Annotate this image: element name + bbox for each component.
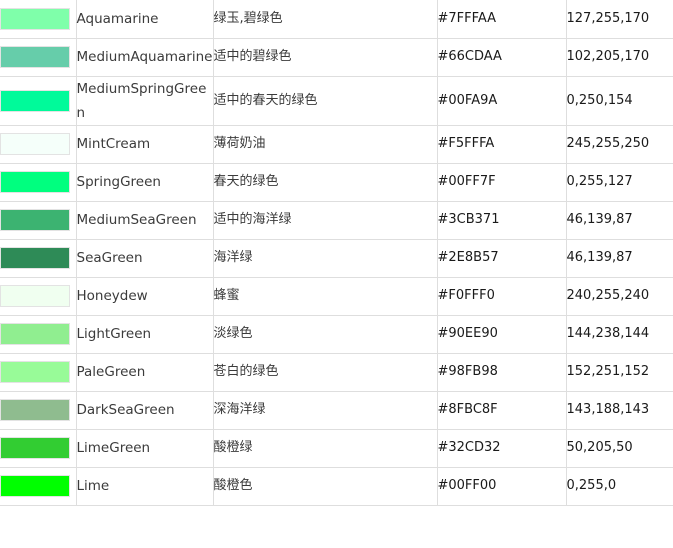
color-swatch-cell <box>0 277 77 316</box>
color-swatch <box>0 247 70 269</box>
table-row: SeaGreen 海洋绿 #2E8B57 46,139,87 <box>0 239 673 278</box>
color-hex-cell: #00FA9A <box>437 76 567 126</box>
color-name-cell: DarkSeaGreen <box>76 391 214 430</box>
color-swatch <box>0 285 70 307</box>
color-swatch <box>0 399 70 421</box>
color-swatch <box>0 437 70 459</box>
color-hex-cell: #2E8B57 <box>437 239 567 278</box>
color-chinese-name-cell: 蜂蜜 <box>213 277 438 316</box>
color-hex-cell: #F5FFFA <box>437 125 567 164</box>
color-swatch-cell <box>0 0 77 39</box>
color-name-cell: Aquamarine <box>76 0 214 39</box>
color-swatch-cell <box>0 467 77 506</box>
color-name-cell: MediumSeaGreen <box>76 201 214 240</box>
color-chinese-name-cell: 适中的海洋绿 <box>213 201 438 240</box>
color-name-cell: SpringGreen <box>76 163 214 202</box>
color-rgb-cell: 46,139,87 <box>566 201 673 240</box>
color-hex-cell: #8FBC8F <box>437 391 567 430</box>
color-hex-cell: #7FFFAA <box>437 0 567 39</box>
color-rgb-cell: 240,255,240 <box>566 277 673 316</box>
color-name-cell: Honeydew <box>76 277 214 316</box>
color-hex-cell: #3CB371 <box>437 201 567 240</box>
color-chinese-name-cell: 适中的碧绿色 <box>213 38 438 77</box>
color-rgb-cell: 144,238,144 <box>566 315 673 354</box>
color-swatch-cell <box>0 315 77 354</box>
color-swatch <box>0 46 70 68</box>
color-chinese-name-cell: 春天的绿色 <box>213 163 438 202</box>
color-chinese-name-cell: 淡绿色 <box>213 315 438 354</box>
color-rgb-cell: 50,205,50 <box>566 429 673 468</box>
color-name-cell: LightGreen <box>76 315 214 354</box>
table-row: Honeydew 蜂蜜 #F0FFF0 240,255,240 <box>0 277 673 316</box>
color-rgb-cell: 102,205,170 <box>566 38 673 77</box>
color-rgb-cell: 0,250,154 <box>566 76 673 126</box>
table-row: MediumAquamarine 适中的碧绿色 #66CDAA 102,205,170 <box>0 38 673 77</box>
color-hex-cell: #F0FFF0 <box>437 277 567 316</box>
color-swatch <box>0 323 70 345</box>
color-rgb-cell: 143,188,143 <box>566 391 673 430</box>
color-chinese-name-cell: 海洋绿 <box>213 239 438 278</box>
color-chinese-name-cell: 深海洋绿 <box>213 391 438 430</box>
color-name-cell: PaleGreen <box>76 353 214 392</box>
color-hex-cell: #00FF00 <box>437 467 567 506</box>
color-swatch-cell <box>0 125 77 164</box>
color-reference-table: Aquamarine 绿玉,碧绿色 #7FFFAA 127,255,170 Medium… <box>0 0 673 506</box>
color-swatch-cell <box>0 38 77 77</box>
table-row: Aquamarine 绿玉,碧绿色 #7FFFAA 127,255,170 <box>0 0 673 39</box>
table-row: MediumSeaGreen 适中的海洋绿 #3CB371 46,139,87 <box>0 201 673 240</box>
color-name-cell: Lime <box>76 467 214 506</box>
color-chinese-name-cell: 酸橙绿 <box>213 429 438 468</box>
color-rgb-cell: 46,139,87 <box>566 239 673 278</box>
color-chinese-name-cell: 绿玉,碧绿色 <box>213 0 438 39</box>
color-swatch <box>0 209 70 231</box>
color-rgb-cell: 127,255,170 <box>566 0 673 39</box>
color-swatch-cell <box>0 429 77 468</box>
table-row: MintCream 薄荷奶油 #F5FFFA 245,255,250 <box>0 125 673 164</box>
color-swatch-cell <box>0 163 77 202</box>
color-chinese-name-cell: 酸橙色 <box>213 467 438 506</box>
color-swatch <box>0 89 70 112</box>
color-name-cell: MediumSpringGreen <box>76 76 214 126</box>
color-rgb-cell: 152,251,152 <box>566 353 673 392</box>
color-hex-cell: #90EE90 <box>437 315 567 354</box>
color-chinese-name-cell: 苍白的绿色 <box>213 353 438 392</box>
table-row: SpringGreen 春天的绿色 #00FF7F 0,255,127 <box>0 163 673 202</box>
color-chinese-name-cell: 薄荷奶油 <box>213 125 438 164</box>
table-row: LimeGreen 酸橙绿 #32CD32 50,205,50 <box>0 429 673 468</box>
color-hex-cell: #66CDAA <box>437 38 567 77</box>
color-swatch-cell <box>0 76 77 126</box>
color-rgb-cell: 0,255,0 <box>566 467 673 506</box>
color-swatch-cell <box>0 201 77 240</box>
color-table-body: Aquamarine 绿玉,碧绿色 #7FFFAA 127,255,170 Medium… <box>0 0 673 506</box>
color-swatch-cell <box>0 391 77 430</box>
table-row: Lime 酸橙色 #00FF00 0,255,0 <box>0 467 673 506</box>
color-swatch-cell <box>0 353 77 392</box>
color-swatch <box>0 475 70 497</box>
table-row: DarkSeaGreen 深海洋绿 #8FBC8F 143,188,143 <box>0 391 673 430</box>
color-chinese-name-cell: 适中的春天的绿色 <box>213 76 438 126</box>
color-name-cell: MediumAquamarine <box>76 38 214 77</box>
table-row: LightGreen 淡绿色 #90EE90 144,238,144 <box>0 315 673 354</box>
color-rgb-cell: 245,255,250 <box>566 125 673 164</box>
color-rgb-cell: 0,255,127 <box>566 163 673 202</box>
color-name-cell: LimeGreen <box>76 429 214 468</box>
color-name-cell: SeaGreen <box>76 239 214 278</box>
table-row: PaleGreen 苍白的绿色 #98FB98 152,251,152 <box>0 353 673 392</box>
color-swatch <box>0 361 70 383</box>
color-swatch <box>0 171 70 193</box>
color-swatch <box>0 7 70 30</box>
color-name-cell: MintCream <box>76 125 214 164</box>
color-swatch <box>0 133 70 155</box>
color-hex-cell: #98FB98 <box>437 353 567 392</box>
color-hex-cell: #32CD32 <box>437 429 567 468</box>
table-row: MediumSpringGreen 适中的春天的绿色 #00FA9A 0,250,15… <box>0 76 673 126</box>
color-hex-cell: #00FF7F <box>437 163 567 202</box>
color-swatch-cell <box>0 239 77 278</box>
